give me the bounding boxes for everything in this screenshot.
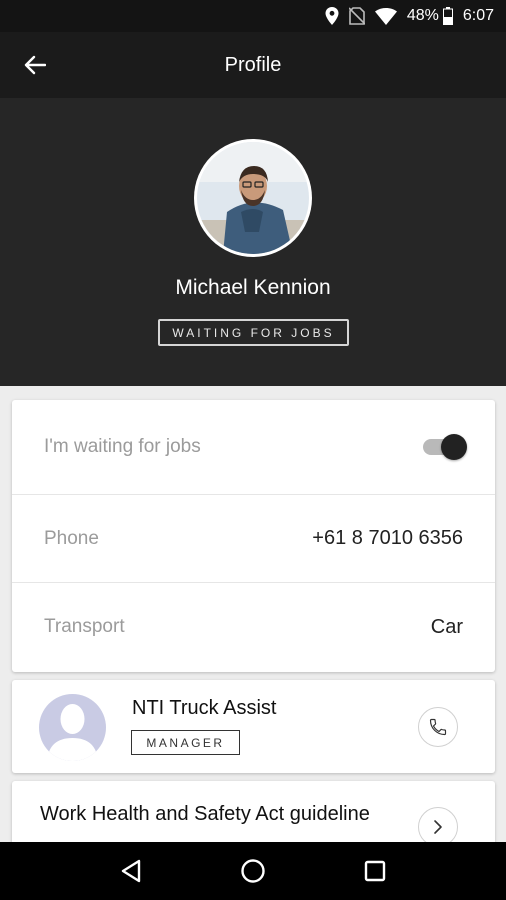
status-badge: WAITING FOR JOBS: [158, 319, 349, 346]
profile-name: Michael Kennion: [175, 276, 331, 299]
status-bar: 48% 6:07: [0, 0, 506, 32]
toggle-thumb: [441, 434, 467, 460]
circle-home-icon: [241, 859, 265, 883]
transport-value: Car: [430, 615, 463, 638]
profile-info-card: I'm waiting for jobs Phone +61 8 7010 63…: [12, 400, 495, 672]
document-title: Work Health and Safety Act guideline: [40, 803, 370, 825]
contact-name: NTI Truck Assist: [132, 697, 277, 719]
battery-percent: 48%: [406, 7, 439, 24]
wifi-icon: [374, 7, 397, 25]
location-icon: [325, 7, 339, 25]
arrow-left-icon: [24, 55, 46, 75]
contact-avatar: [39, 694, 106, 761]
nav-recents-button[interactable]: [355, 851, 395, 891]
transport-row[interactable]: Transport Car: [12, 583, 495, 671]
page-title: Profile: [224, 53, 282, 76]
no-sim-icon: [348, 7, 365, 25]
open-document-button[interactable]: [418, 807, 458, 847]
nav-back-button[interactable]: [111, 851, 151, 891]
phone-row[interactable]: Phone +61 8 7010 6356: [12, 495, 495, 583]
square-recents-icon: [364, 860, 386, 882]
phone-icon: [429, 718, 447, 736]
transport-label: Transport: [44, 616, 125, 637]
contact-card[interactable]: NTI Truck Assist MANAGER: [12, 680, 495, 773]
chevron-right-icon: [434, 820, 442, 834]
clock: 6:07: [462, 7, 494, 24]
system-nav-bar: [0, 842, 506, 900]
waiting-for-jobs-row: I'm waiting for jobs: [12, 400, 495, 495]
battery-icon: [442, 7, 453, 25]
profile-photo: [197, 142, 309, 254]
phone-value: +61 8 7010 6356: [312, 527, 463, 549]
app-bar: Profile: [0, 32, 506, 98]
phone-label: Phone: [44, 527, 99, 549]
person-placeholder-icon: [47, 704, 98, 761]
role-badge: MANAGER: [131, 730, 240, 755]
waiting-for-jobs-label: I'm waiting for jobs: [44, 436, 201, 457]
profile-header: Michael Kennion WAITING FOR JOBS: [0, 98, 506, 386]
back-button[interactable]: [20, 51, 50, 79]
call-button[interactable]: [418, 707, 458, 747]
profile-avatar[interactable]: [194, 139, 312, 257]
waiting-for-jobs-toggle[interactable]: [423, 434, 467, 460]
nav-home-button[interactable]: [233, 851, 273, 891]
triangle-back-icon: [121, 859, 141, 883]
